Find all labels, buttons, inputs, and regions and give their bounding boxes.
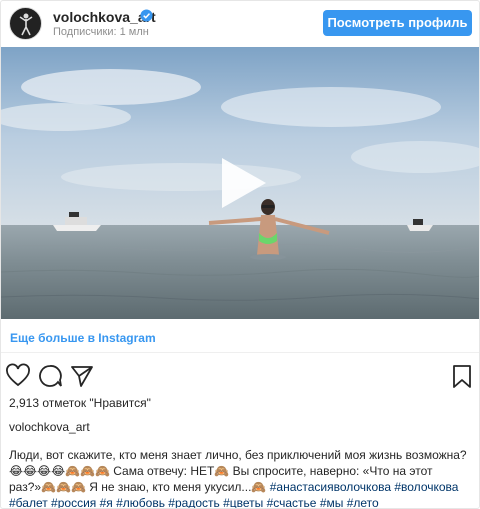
heart-icon[interactable] — [5, 363, 31, 389]
caption-text: Люди, вот скажите, кто меня знает лично,… — [9, 447, 475, 508]
action-bar — [1, 363, 479, 391]
bookmark-icon[interactable] — [449, 363, 475, 389]
instagram-embed: volochkova_art Подписчики: 1 млн Посмотр… — [0, 0, 480, 509]
likes-count[interactable]: 2,913 отметок "Нравится" — [9, 396, 151, 410]
comment-icon[interactable] — [37, 363, 63, 389]
post-header: volochkova_art Подписчики: 1 млн Посмотр… — [1, 1, 479, 47]
verified-badge-icon — [140, 9, 153, 22]
followers-count: Подписчики: 1 млн — [53, 26, 149, 38]
play-icon[interactable] — [212, 154, 270, 212]
avatar-figure-icon — [19, 13, 33, 36]
avatar[interactable] — [9, 7, 42, 40]
caption-username[interactable]: volochkova_art — [9, 420, 90, 434]
view-profile-button[interactable]: Посмотреть профиль — [323, 10, 472, 36]
video-player[interactable] — [1, 47, 479, 319]
more-on-instagram-link[interactable]: Еще больше в Instagram — [10, 331, 156, 345]
divider — [1, 352, 479, 353]
share-icon[interactable] — [69, 363, 95, 389]
